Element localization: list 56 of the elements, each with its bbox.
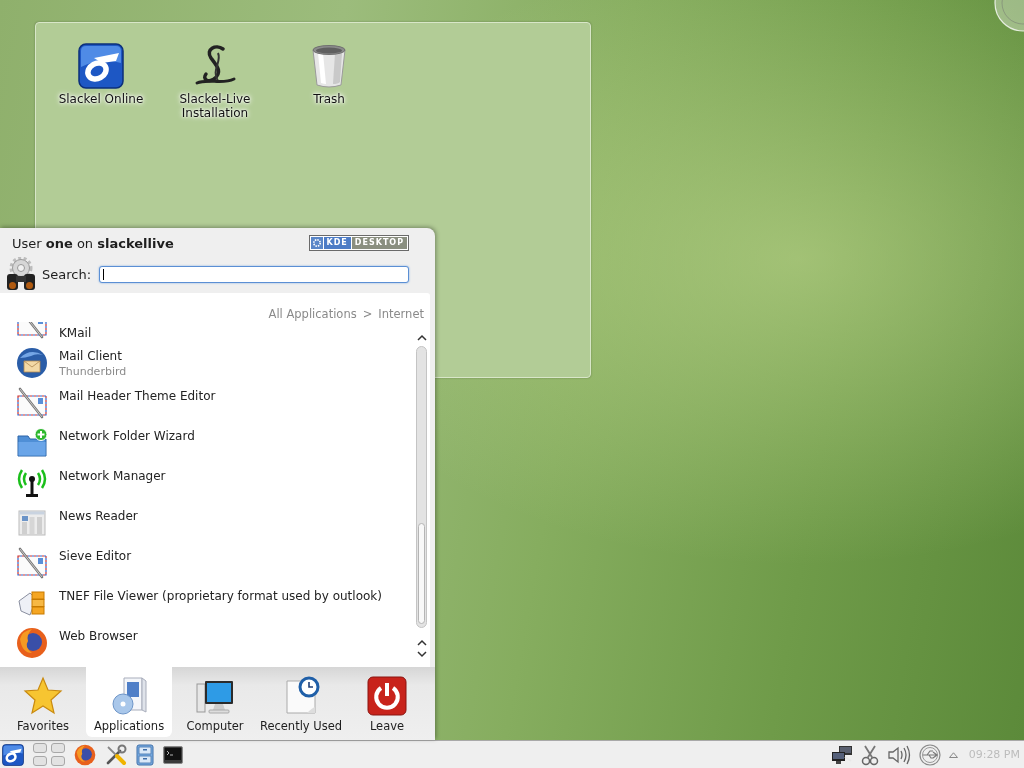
- breadcrumb-separator: >: [362, 307, 373, 321]
- envelope-pen-icon: [16, 322, 48, 339]
- app-name[interactable]: Mail Header Theme Editor: [59, 389, 216, 403]
- folder-plus-icon: [16, 427, 48, 459]
- app-name[interactable]: Mail Client: [59, 349, 122, 363]
- chevron-up-icon[interactable]: [416, 639, 427, 646]
- menu-tab[interactable]: Computer: [172, 667, 258, 737]
- caret-up-icon[interactable]: [948, 751, 958, 758]
- globe-icon[interactable]: [74, 743, 96, 766]
- badge-text: KDE: [323, 237, 351, 249]
- desktop-icon-label[interactable]: Slackel Online: [58, 92, 144, 106]
- app-name[interactable]: News Reader: [59, 509, 138, 523]
- envelope-globe-icon: [16, 347, 48, 379]
- scrollbar-thumb[interactable]: [418, 523, 425, 625]
- desktop-icon-label[interactable]: Slackel-Live Installation: [163, 92, 267, 120]
- file-cabinet-icon[interactable]: [136, 743, 154, 766]
- search-label: Search:: [42, 266, 92, 282]
- app-logo-icon[interactable]: [2, 743, 24, 766]
- usb-icon[interactable]: [918, 743, 941, 766]
- scrollbar-track[interactable]: [416, 346, 427, 628]
- app-name[interactable]: Web Browser: [59, 629, 138, 643]
- antenna-icon: [16, 467, 48, 499]
- app-logo-icon[interactable]: [78, 43, 124, 89]
- terminal-icon[interactable]: [163, 745, 183, 764]
- chevron-down-icon[interactable]: [416, 651, 427, 658]
- search-field[interactable]: [99, 265, 410, 283]
- app-name[interactable]: Sieve Editor: [59, 549, 132, 563]
- network-computers-icon[interactable]: [830, 744, 853, 765]
- binoculars-icon: [4, 257, 38, 291]
- star-icon: [23, 676, 63, 716]
- trash-can-icon[interactable]: [309, 43, 349, 89]
- speaker-icon[interactable]: [886, 743, 911, 766]
- newspaper-icon: [16, 507, 48, 539]
- desktop-icon-label[interactable]: Trash: [313, 92, 345, 106]
- breadcrumb-link[interactable]: Internet: [378, 307, 424, 321]
- menu-tab[interactable]: Favorites: [0, 667, 86, 737]
- user-greeting: User one on slackellive: [12, 235, 174, 251]
- menu-tab[interactable]: Leave: [344, 667, 430, 737]
- scissors-icon[interactable]: [860, 743, 879, 766]
- app-name[interactable]: KMail: [59, 326, 92, 340]
- envelope-pen-icon: [16, 387, 48, 419]
- menu-tab[interactable]: Recently Used: [258, 667, 344, 737]
- globe-icon: [16, 627, 48, 659]
- text-cursor-icon: [103, 268, 105, 280]
- power-icon: [367, 676, 407, 716]
- app-name[interactable]: Network Folder Wizard: [59, 429, 195, 443]
- menu-tab[interactable]: Applications: [86, 667, 172, 737]
- app-name[interactable]: Network Manager: [59, 469, 166, 483]
- software-box-icon: [109, 676, 149, 716]
- envelope-pen-icon: [16, 547, 48, 579]
- app-description: Thunderbird: [59, 365, 127, 378]
- badge-text: DESKTOP: [351, 237, 407, 249]
- wrench-screwdriver-icon[interactable]: [105, 743, 127, 766]
- app-name[interactable]: TNEF File Viewer (proprietary format used by outlook): [59, 589, 382, 603]
- breadcrumb-link[interactable]: All Applications: [268, 307, 357, 321]
- chevron-up-icon[interactable]: [416, 334, 427, 341]
